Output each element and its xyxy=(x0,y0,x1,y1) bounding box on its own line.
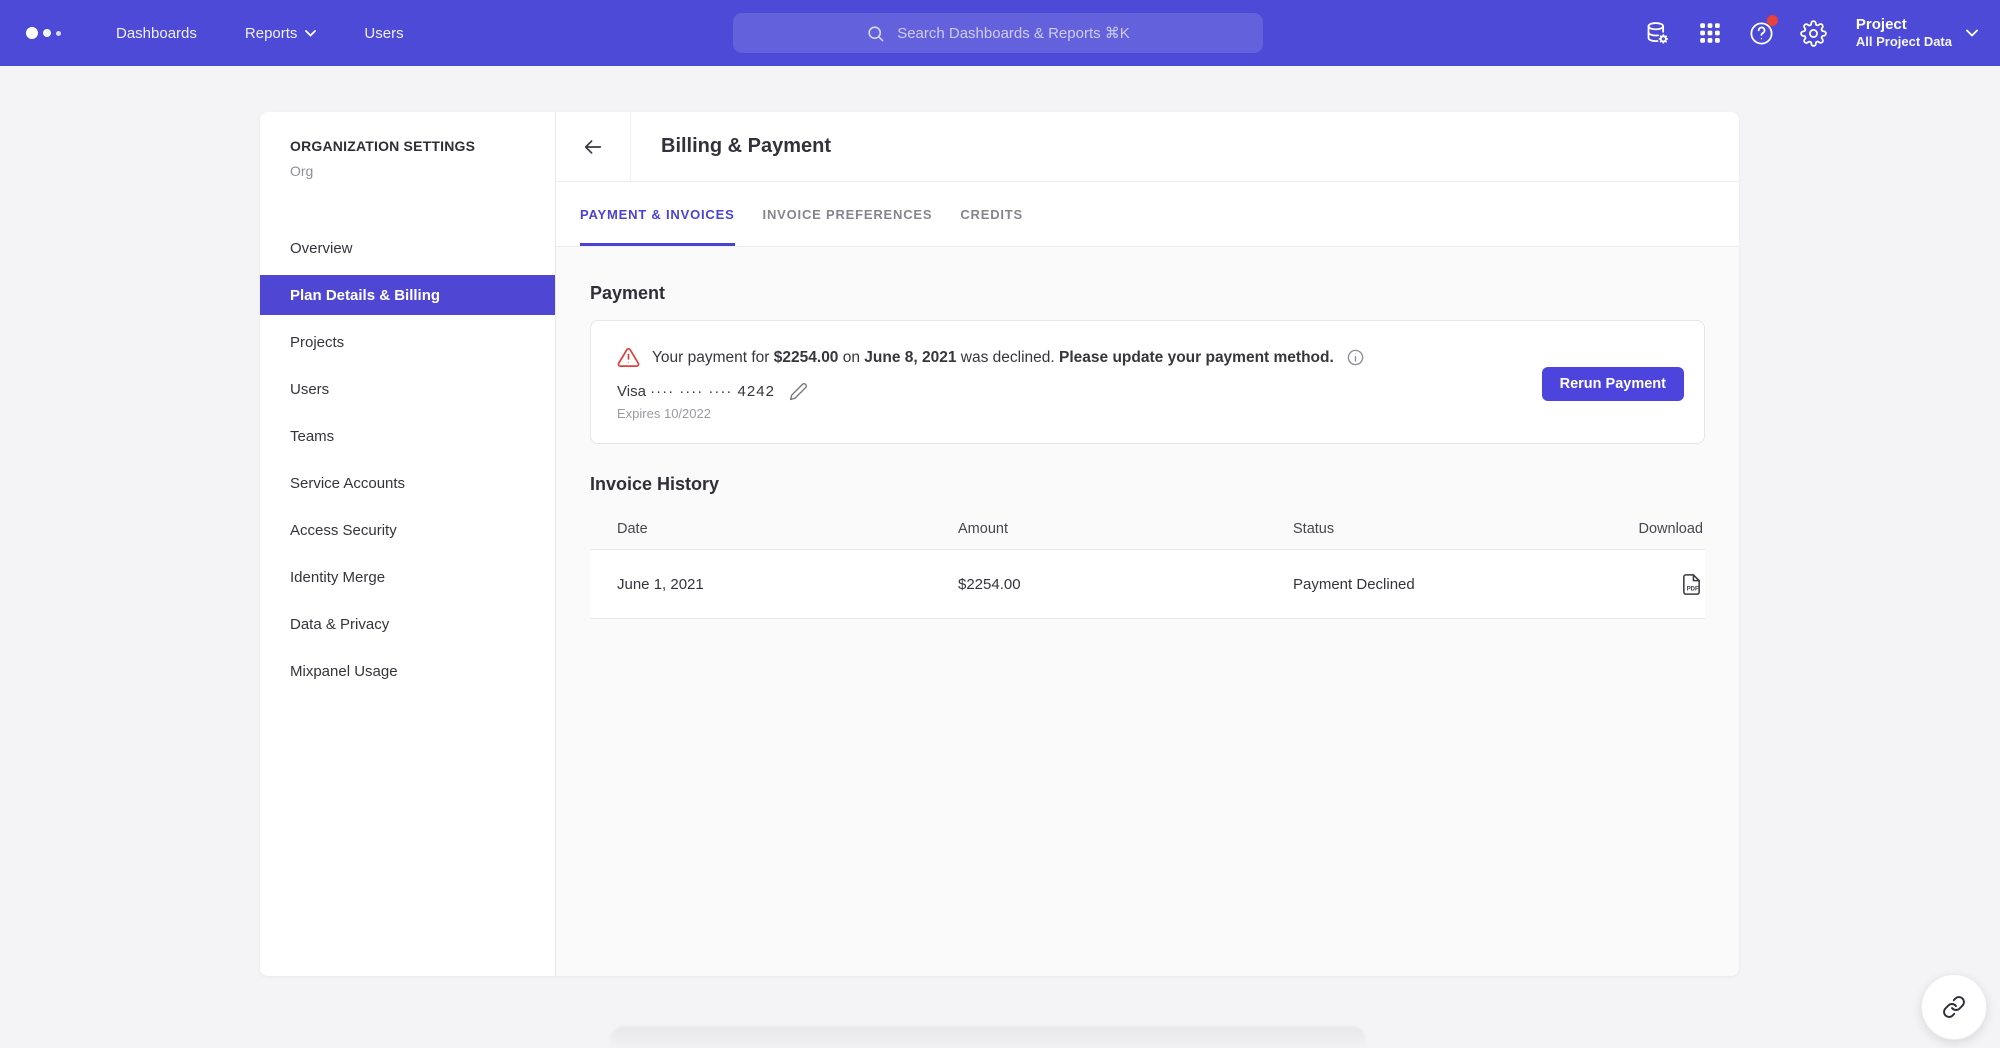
declined-date: June 8, 2021 xyxy=(864,349,956,366)
settings-gear-icon xyxy=(1800,20,1827,47)
tab-credits[interactable]: CREDITS xyxy=(960,182,1023,246)
sidebar-item-identity-merge[interactable]: Identity Merge xyxy=(260,557,555,597)
chevron-down-icon xyxy=(1966,29,1978,37)
notification-badge xyxy=(1767,15,1778,26)
navbar-right-cluster: Project All Project Data xyxy=(1632,0,2000,66)
column-header-amount: Amount xyxy=(958,521,1293,537)
billing-tabs: PAYMENT & INVOICES INVOICE PREFERENCES C… xyxy=(556,182,1739,247)
payment-section-title: Payment xyxy=(590,283,1705,304)
masked-card-number: ···· ···· ···· 4242 xyxy=(650,383,775,400)
nav-item-reports[interactable]: Reports xyxy=(221,0,341,66)
tab-payment-invoices[interactable]: PAYMENT & INVOICES xyxy=(580,182,735,246)
payment-declined-alert: Your payment for $2254.00 on June 8, 202… xyxy=(617,346,1704,369)
sidebar-item-access-security[interactable]: Access Security xyxy=(260,510,555,550)
project-switcher[interactable]: Project All Project Data xyxy=(1856,16,1978,51)
edit-pencil-icon[interactable] xyxy=(789,382,808,401)
nav-item-label: Dashboards xyxy=(116,25,197,42)
data-management-icon xyxy=(1644,20,1671,47)
billing-content: Payment Your payment for $2254.00 on Jun… xyxy=(556,247,1739,976)
mixpanel-logo-icon[interactable] xyxy=(26,27,72,39)
chevron-down-icon xyxy=(305,30,316,37)
declined-amount: $2254.00 xyxy=(774,349,839,366)
alert-triangle-icon xyxy=(617,346,640,369)
nav-item-label: Reports xyxy=(245,25,298,42)
sidebar-section-title: ORGANIZATION SETTINGS xyxy=(290,138,555,154)
invoice-row: June 1, 2021 $2254.00 Payment Declined P… xyxy=(590,549,1705,619)
settings-panel: ORGANIZATION SETTINGS Org Overview Plan … xyxy=(260,112,1739,976)
top-navbar: Dashboards Reports Users Search Dashboar… xyxy=(0,0,2000,66)
global-search-input[interactable]: Search Dashboards & Reports ⌘K xyxy=(733,13,1263,53)
invoice-table: Date Amount Status Download June 1, 2021… xyxy=(590,509,1705,619)
primary-nav: Dashboards Reports Users xyxy=(92,0,428,66)
invoice-history-title: Invoice History xyxy=(590,474,1705,495)
payment-card: Your payment for $2254.00 on June 8, 202… xyxy=(590,320,1705,444)
apps-grid-icon xyxy=(1697,20,1723,46)
sidebar-item-data-privacy[interactable]: Data & Privacy xyxy=(260,604,555,644)
sidebar-item-plan-details-billing[interactable]: Plan Details & Billing xyxy=(260,275,555,315)
invoice-table-header: Date Amount Status Download xyxy=(590,509,1705,549)
column-header-status: Status xyxy=(1293,521,1628,537)
arrow-left-icon xyxy=(582,136,604,158)
column-header-date: Date xyxy=(590,521,958,537)
data-management-button[interactable] xyxy=(1632,0,1684,66)
search-placeholder: Search Dashboards & Reports ⌘K xyxy=(897,24,1130,42)
page-header: Billing & Payment xyxy=(556,112,1739,182)
sidebar-item-service-accounts[interactable]: Service Accounts xyxy=(260,463,555,503)
billing-main: Billing & Payment PAYMENT & INVOICES INV… xyxy=(556,112,1739,976)
project-value: All Project Data xyxy=(1856,34,1952,50)
org-settings-sidebar: ORGANIZATION SETTINGS Org Overview Plan … xyxy=(260,112,556,976)
page-title: Billing & Payment xyxy=(661,135,831,158)
rerun-payment-button[interactable]: Rerun Payment xyxy=(1542,367,1684,401)
next-card-peek xyxy=(610,1026,1366,1048)
card-brand-and-number: Visa ···· ···· ···· 4242 xyxy=(617,383,775,400)
sidebar-menu: Overview Plan Details & Billing Projects… xyxy=(260,228,555,691)
back-button[interactable] xyxy=(556,112,631,182)
column-header-download: Download xyxy=(1628,521,1705,537)
sidebar-item-users[interactable]: Users xyxy=(260,369,555,409)
card-expiry: Expires 10/2022 xyxy=(617,406,1704,421)
invoice-status: Payment Declined xyxy=(1293,576,1628,593)
help-button[interactable] xyxy=(1736,0,1788,66)
settings-button[interactable] xyxy=(1788,0,1840,66)
project-label: Project xyxy=(1856,16,1952,35)
tab-invoice-preferences[interactable]: INVOICE PREFERENCES xyxy=(763,182,933,246)
sidebar-item-mixpanel-usage[interactable]: Mixpanel Usage xyxy=(260,651,555,691)
nav-item-users[interactable]: Users xyxy=(340,0,427,66)
nav-item-dashboards[interactable]: Dashboards xyxy=(92,0,221,66)
pdf-file-icon: PDF xyxy=(1680,573,1703,596)
sidebar-item-teams[interactable]: Teams xyxy=(260,416,555,456)
info-icon[interactable] xyxy=(1346,348,1365,367)
nav-item-label: Users xyxy=(364,25,403,42)
search-icon xyxy=(866,24,885,43)
sidebar-item-projects[interactable]: Projects xyxy=(260,322,555,362)
link-icon xyxy=(1942,995,1966,1019)
org-name: Org xyxy=(290,163,555,179)
sidebar-item-overview[interactable]: Overview xyxy=(260,228,555,268)
svg-text:PDF: PDF xyxy=(1687,586,1699,592)
copy-link-fab[interactable] xyxy=(1921,974,1987,1040)
apps-grid-button[interactable] xyxy=(1684,0,1736,66)
alert-text: Your payment for $2254.00 on June 8, 202… xyxy=(652,349,1334,367)
payment-method: Visa ···· ···· ···· 4242 xyxy=(617,382,1704,401)
download-pdf-button[interactable]: PDF xyxy=(1680,573,1703,596)
invoice-amount: $2254.00 xyxy=(958,576,1293,593)
invoice-date: June 1, 2021 xyxy=(590,576,958,593)
